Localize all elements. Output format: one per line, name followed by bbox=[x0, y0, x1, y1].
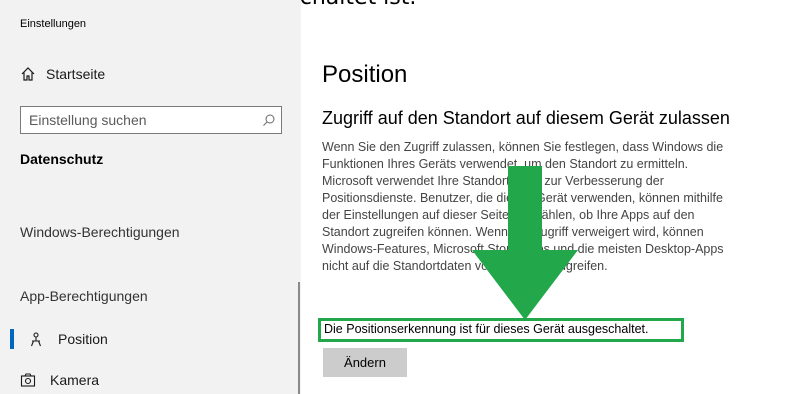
sidebar-item-label: Kamera bbox=[50, 372, 100, 388]
status-text: Die Positionserkennung ist für dieses Ge… bbox=[324, 322, 649, 336]
sidebar-item-label: Startseite bbox=[46, 66, 106, 82]
group-header-app-permissions: App-Berechtigungen bbox=[20, 288, 148, 304]
search-icon[interactable] bbox=[257, 113, 281, 127]
group-header-windows-permissions: Windows-Berechtigungen bbox=[20, 224, 180, 240]
position-icon bbox=[30, 332, 42, 347]
home-icon bbox=[21, 67, 35, 81]
camera-icon bbox=[20, 373, 36, 387]
sidebar-item-home[interactable]: Startseite bbox=[20, 66, 105, 82]
change-button[interactable]: Ändern bbox=[323, 348, 407, 377]
sidebar-item-label: Position bbox=[58, 331, 108, 347]
window-title: Einstellungen bbox=[20, 18, 87, 30]
section-title: Datenschutz bbox=[20, 151, 104, 167]
search-input[interactable] bbox=[21, 107, 257, 133]
sidebar-item-camera[interactable]: Kamera bbox=[20, 372, 99, 388]
section-heading: Zugriff auf den Standort auf diesem Gerä… bbox=[322, 108, 730, 128]
page-title: Position bbox=[322, 61, 408, 88]
sidebar-item-position[interactable]: Position bbox=[10, 329, 108, 349]
sidebar: Einstellungen Startseite Datenschutz Win… bbox=[0, 0, 301, 394]
arrow-down-icon bbox=[472, 166, 578, 320]
selected-indicator bbox=[10, 329, 14, 349]
search-box[interactable] bbox=[20, 106, 282, 134]
scrollbar[interactable] bbox=[298, 282, 300, 394]
